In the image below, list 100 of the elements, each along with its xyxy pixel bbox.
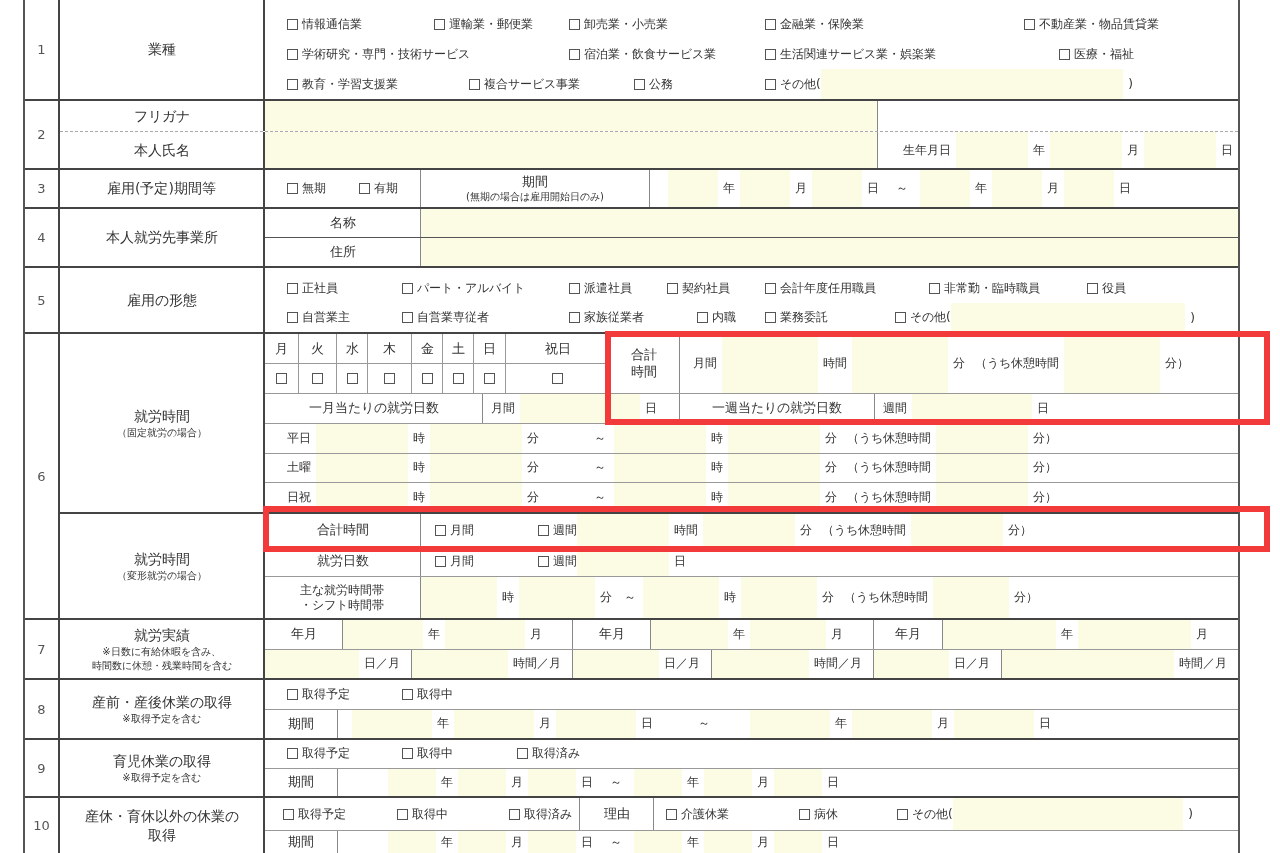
input-field[interactable] xyxy=(749,620,826,649)
checkbox[interactable] xyxy=(469,78,480,90)
input-field[interactable] xyxy=(316,453,408,483)
checkbox-option[interactable]: 週間 xyxy=(538,521,577,539)
input-field[interactable] xyxy=(774,831,822,853)
input-field[interactable] xyxy=(1144,132,1216,168)
checkbox[interactable] xyxy=(402,283,413,294)
checkbox-option[interactable]: 病休 xyxy=(799,805,897,823)
checkbox-option[interactable]: 運輸業・郵便業 xyxy=(434,15,569,33)
input-field[interactable] xyxy=(774,768,822,796)
input-field[interactable] xyxy=(750,709,830,738)
checkbox-option[interactable]: 介護休業 xyxy=(666,805,799,823)
checkbox[interactable] xyxy=(435,556,446,567)
input-field[interactable] xyxy=(943,620,1056,649)
checkbox[interactable] xyxy=(452,373,464,384)
input-field[interactable] xyxy=(712,649,809,678)
checkbox[interactable] xyxy=(287,78,298,90)
input-field[interactable] xyxy=(421,209,1238,237)
checkbox[interactable] xyxy=(287,748,298,760)
checkbox-option[interactable]: 月間 xyxy=(435,521,538,539)
checkbox[interactable] xyxy=(384,373,395,384)
checkbox[interactable] xyxy=(666,808,677,820)
input-field[interactable] xyxy=(852,334,948,393)
checkbox[interactable] xyxy=(1087,283,1098,294)
checkbox-option[interactable]: 家族従業者 xyxy=(569,309,697,326)
input-field[interactable] xyxy=(577,514,669,546)
checkbox-option[interactable]: 業務委託 xyxy=(765,309,895,326)
checkbox[interactable] xyxy=(434,18,445,30)
checkbox[interactable] xyxy=(287,18,298,30)
checkbox-option[interactable]: 学術研究・専門・技術サービス xyxy=(287,45,569,63)
checkbox[interactable] xyxy=(283,808,294,820)
input-field[interactable] xyxy=(1078,620,1191,649)
checkbox-option[interactable]: 教育・学習支援業 xyxy=(287,75,469,93)
checkbox[interactable] xyxy=(897,808,908,820)
input-field[interactable] xyxy=(458,768,506,796)
checkbox-option[interactable]: パート・アルバイト xyxy=(402,280,569,297)
input-field[interactable] xyxy=(519,577,595,618)
input-field[interactable] xyxy=(528,768,576,796)
input-field[interactable] xyxy=(936,453,1028,483)
input-field[interactable] xyxy=(936,423,1028,453)
input-field[interactable] xyxy=(412,649,508,678)
checkbox[interactable] xyxy=(569,18,580,30)
input-field[interactable] xyxy=(614,423,706,453)
checkbox[interactable] xyxy=(765,48,776,60)
input-field[interactable] xyxy=(265,101,877,131)
input-field[interactable] xyxy=(992,170,1042,207)
checkbox-option[interactable]: 契約社員 xyxy=(667,280,765,297)
checkbox[interactable] xyxy=(895,312,906,323)
checkbox-option[interactable]: 月間 xyxy=(435,553,538,570)
checkbox[interactable] xyxy=(402,312,413,323)
checkbox[interactable] xyxy=(509,808,520,820)
input-field[interactable] xyxy=(388,831,436,853)
checkbox-option[interactable]: 卸売業・小売業 xyxy=(569,15,765,33)
checkbox-option[interactable]: 公務 xyxy=(634,75,765,93)
checkbox[interactable] xyxy=(569,48,580,60)
checkbox[interactable] xyxy=(667,283,678,294)
checkbox[interactable] xyxy=(402,748,413,760)
input-field[interactable] xyxy=(820,69,1124,99)
input-field[interactable] xyxy=(556,709,636,738)
checkbox-option[interactable]: 複合サービス事業 xyxy=(469,75,634,93)
checkbox-option[interactable]: 情報通信業 xyxy=(287,15,434,33)
checkbox[interactable] xyxy=(287,688,298,700)
checkbox-option[interactable]: 無期 xyxy=(287,180,359,197)
checkbox[interactable] xyxy=(569,312,580,323)
input-field[interactable] xyxy=(740,170,790,207)
checkbox-option[interactable]: 宿泊業・飲食サービス業 xyxy=(569,45,765,63)
checkbox[interactable] xyxy=(359,183,370,194)
input-field[interactable] xyxy=(528,831,576,853)
checkbox[interactable] xyxy=(435,524,446,536)
checkbox[interactable] xyxy=(538,556,549,567)
input-field[interactable] xyxy=(933,577,1009,618)
input-field[interactable] xyxy=(1002,649,1174,678)
checkbox-option[interactable]: 週間 xyxy=(538,553,577,570)
checkbox[interactable] xyxy=(346,373,358,384)
input-field[interactable] xyxy=(573,649,659,678)
input-field[interactable] xyxy=(874,649,949,678)
checkbox[interactable] xyxy=(1024,18,1035,30)
checkbox-option[interactable]: 取得中 xyxy=(402,745,517,763)
checkbox-option[interactable]: その他( xyxy=(765,75,821,93)
checkbox[interactable] xyxy=(287,183,298,194)
input-field[interactable] xyxy=(634,768,682,796)
checkbox-option[interactable]: 取得予定 xyxy=(283,805,397,823)
input-field[interactable] xyxy=(728,453,820,483)
checkbox-option[interactable]: 取得済み xyxy=(509,805,572,823)
input-field[interactable] xyxy=(952,798,1184,830)
input-field[interactable] xyxy=(812,170,862,207)
input-field[interactable] xyxy=(421,238,1238,266)
checkbox-option[interactable]: 取得予定 xyxy=(287,745,402,763)
input-field[interactable] xyxy=(1064,334,1160,393)
checkbox-option[interactable]: その他( xyxy=(895,309,951,326)
checkbox-option[interactable]: 正社員 xyxy=(287,280,402,297)
checkbox-option[interactable]: 会計年度任用職員 xyxy=(765,280,929,297)
checkbox[interactable] xyxy=(287,48,298,60)
checkbox-option[interactable]: 医療・福祉 xyxy=(1059,45,1134,63)
checkbox-option[interactable]: 取得予定 xyxy=(287,685,402,703)
input-field[interactable] xyxy=(852,709,932,738)
checkbox-option[interactable]: 自営業主 xyxy=(287,309,402,326)
input-field[interactable] xyxy=(352,709,432,738)
input-field[interactable] xyxy=(421,577,497,618)
input-field[interactable] xyxy=(950,303,1186,332)
